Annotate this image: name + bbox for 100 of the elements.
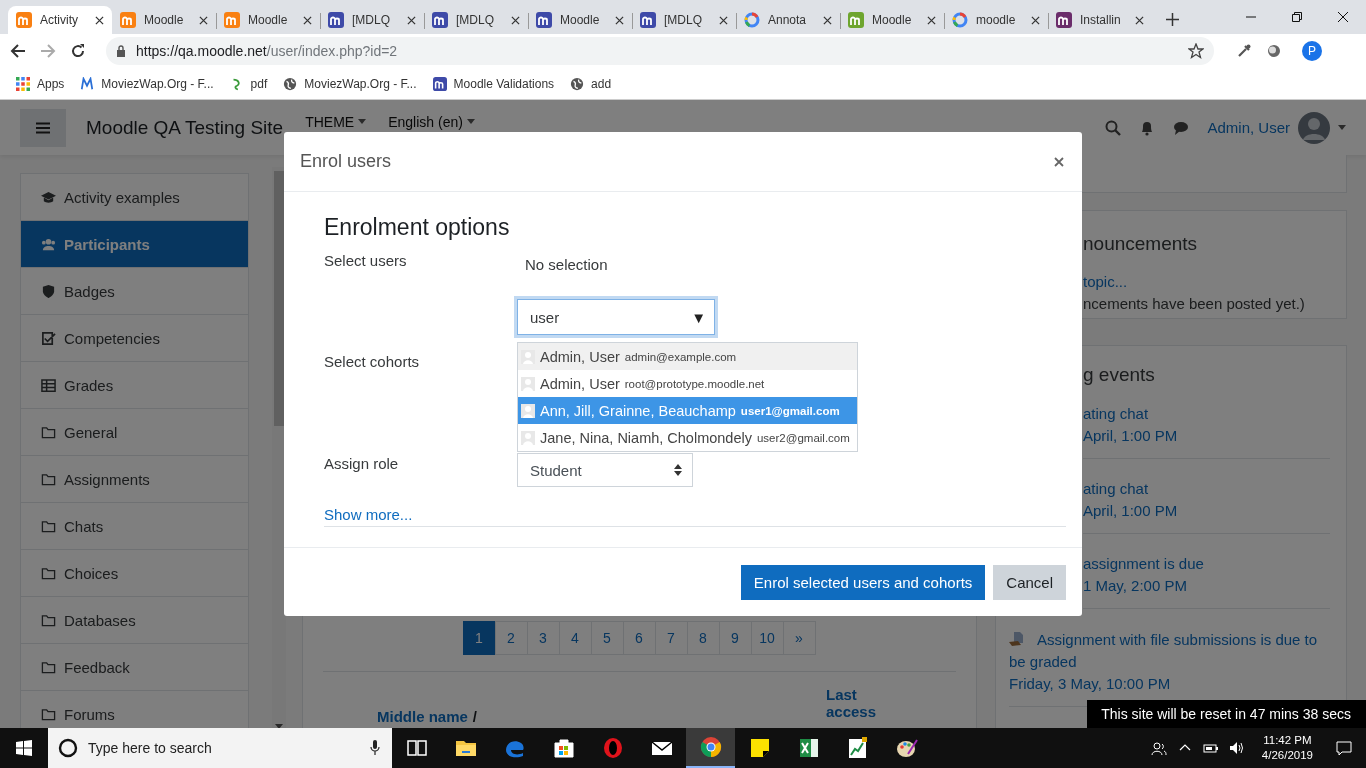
browser-tab[interactable]: [MDLQ bbox=[320, 6, 424, 34]
suggestion-item[interactable]: Jane, Nina, Niamh, Cholmondely user2@gmail.com bbox=[518, 424, 857, 451]
chat-icon[interactable] bbox=[1173, 119, 1190, 136]
site-name[interactable]: Moodle QA Testing Site bbox=[86, 116, 284, 139]
sidebar-item[interactable]: Badges bbox=[21, 268, 248, 315]
bookmark[interactable]: pdf bbox=[229, 76, 268, 91]
user-name[interactable]: Admin, User bbox=[1207, 119, 1290, 136]
page-link[interactable]: 3 bbox=[526, 621, 560, 655]
sidebar-item[interactable]: Grades bbox=[21, 362, 248, 409]
close-icon[interactable] bbox=[1031, 15, 1040, 25]
sidebar-item[interactable]: Feedback bbox=[21, 644, 248, 691]
reload-icon[interactable] bbox=[70, 43, 86, 59]
back-icon[interactable] bbox=[10, 43, 26, 59]
close-icon[interactable] bbox=[719, 15, 728, 25]
event-date[interactable]: April, 1:00 PM bbox=[1083, 500, 1330, 522]
page-link[interactable]: 8 bbox=[686, 621, 720, 655]
dropdown-arrow[interactable]: ▼ bbox=[691, 308, 706, 326]
bookmark[interactable]: MoviezWap.Org - F... bbox=[80, 76, 214, 91]
avatar-icon[interactable] bbox=[1298, 111, 1330, 144]
people-icon[interactable] bbox=[1150, 740, 1167, 756]
enrol-button[interactable]: Enrol selected users and cohorts bbox=[740, 564, 986, 600]
user-search-field[interactable]: user ▼ bbox=[517, 299, 715, 335]
bookmark[interactable]: Apps bbox=[16, 76, 65, 91]
search-icon[interactable] bbox=[1105, 119, 1122, 136]
bookmark[interactable]: MoviezWap.Org - F... bbox=[283, 76, 417, 91]
suggestion-item[interactable]: Admin, User root@prototype.moodle.net bbox=[518, 370, 857, 397]
close-icon[interactable] bbox=[95, 15, 104, 25]
sidebar-item[interactable]: Choices bbox=[21, 550, 248, 597]
browser-tab[interactable]: moodle bbox=[944, 6, 1048, 34]
nav-menu[interactable]: THEME bbox=[305, 113, 367, 130]
browser-tab[interactable]: [MDLQ bbox=[424, 6, 528, 34]
extension-icon[interactable] bbox=[1266, 43, 1282, 59]
close-icon[interactable] bbox=[927, 15, 936, 25]
add-topic-link[interactable]: topic... bbox=[1083, 271, 1333, 293]
browser-tab[interactable]: Activity bbox=[8, 6, 112, 34]
notification-icon[interactable] bbox=[1336, 740, 1352, 756]
sidebar-item[interactable]: Participants bbox=[21, 221, 248, 268]
sidebar-item[interactable]: Assignments bbox=[21, 456, 248, 503]
taskbar-app[interactable] bbox=[686, 728, 735, 768]
address-bar[interactable]: https://qa.moodle.net/user/index.php?id=2 bbox=[106, 37, 1214, 65]
close-icon[interactable] bbox=[407, 15, 416, 25]
sidebar-item[interactable]: General bbox=[21, 409, 248, 456]
event-date[interactable]: April, 1:00 PM bbox=[1083, 425, 1330, 447]
new-tab-icon[interactable] bbox=[1166, 13, 1179, 26]
sort-arrows-icon bbox=[674, 464, 682, 476]
cancel-button[interactable]: Cancel bbox=[993, 564, 1066, 600]
event-title[interactable]: assignment is due bbox=[1083, 553, 1330, 575]
browser-tab[interactable]: Annota bbox=[736, 6, 840, 34]
microphone-icon[interactable] bbox=[370, 740, 380, 756]
page-link[interactable]: 10 bbox=[750, 621, 784, 655]
suggestion-item[interactable]: Ann, Jill, Grainne, Beauchamp user1@gmail.com bbox=[518, 397, 857, 424]
sidebar-item[interactable]: Databases bbox=[21, 597, 248, 644]
show-more-link[interactable]: Show more... bbox=[324, 506, 413, 523]
event-title[interactable]: ating chat bbox=[1083, 478, 1330, 500]
browser-tab[interactable]: Moodle bbox=[528, 6, 632, 34]
volume-icon[interactable] bbox=[1228, 740, 1245, 756]
taskbar-clock[interactable]: 11:42 PM 4/26/2019 bbox=[1261, 733, 1313, 763]
sidebar-item[interactable]: Competencies bbox=[21, 315, 248, 362]
browser-tab[interactable]: [MDLQ bbox=[632, 6, 736, 34]
browser-tab[interactable]: Installin bbox=[1048, 6, 1152, 34]
close-icon[interactable] bbox=[1135, 15, 1144, 25]
close-icon[interactable] bbox=[303, 15, 312, 25]
profile-avatar[interactable]: P bbox=[1302, 41, 1322, 61]
browser-tab[interactable]: Moodle bbox=[840, 6, 944, 34]
event-title[interactable]: ating chat bbox=[1083, 403, 1330, 425]
page-link[interactable]: 2 bbox=[494, 621, 528, 655]
bookmark[interactable]: Moodle Validations bbox=[432, 76, 555, 91]
menu-button[interactable] bbox=[20, 108, 66, 147]
event-date[interactable]: 1 May, 2:00 PM bbox=[1083, 575, 1330, 597]
page-link[interactable]: 6 bbox=[622, 621, 656, 655]
page-link[interactable]: 4 bbox=[558, 621, 592, 655]
windows-start-icon[interactable] bbox=[16, 740, 32, 756]
close-icon[interactable] bbox=[511, 15, 520, 25]
scrollbar-thumb[interactable] bbox=[274, 171, 284, 426]
page-link[interactable]: 5 bbox=[590, 621, 624, 655]
eyedropper-icon[interactable] bbox=[1236, 43, 1252, 59]
sidebar-item[interactable]: Chats bbox=[21, 503, 248, 550]
column-header-link[interactable]: Middle name bbox=[377, 708, 468, 725]
star-icon[interactable] bbox=[1188, 43, 1204, 59]
browser-tab[interactable]: Moodle bbox=[216, 6, 320, 34]
page-link[interactable]: 9 bbox=[718, 621, 752, 655]
taskbar-search-field[interactable]: Type here to search bbox=[48, 728, 392, 768]
event-title[interactable]: Assignment with file submissions is due to be graded bbox=[1009, 629, 1330, 673]
role-select[interactable]: Student bbox=[517, 453, 693, 487]
nav-menu[interactable]: English (en) bbox=[388, 113, 475, 130]
close-icon[interactable] bbox=[615, 15, 624, 25]
page-link[interactable]: 1 bbox=[462, 621, 496, 655]
close-icon[interactable] bbox=[199, 15, 208, 25]
close-icon[interactable] bbox=[823, 15, 832, 25]
event-date[interactable]: Friday, 3 May, 10:00 PM bbox=[1009, 673, 1330, 695]
caret-icon[interactable] bbox=[1338, 125, 1346, 130]
next-page-link[interactable]: » bbox=[782, 621, 816, 655]
bookmark[interactable]: add bbox=[570, 76, 612, 91]
browser-tab[interactable]: Moodle bbox=[112, 6, 216, 34]
close-icon[interactable] bbox=[1338, 12, 1348, 22]
wave-logo-icon bbox=[80, 76, 95, 91]
page-link[interactable]: 7 bbox=[654, 621, 688, 655]
column-header-link[interactable]: Last access bbox=[826, 686, 876, 720]
restore-icon[interactable] bbox=[1292, 12, 1302, 22]
suggestion-item[interactable]: Admin, User admin@example.com bbox=[518, 343, 857, 370]
